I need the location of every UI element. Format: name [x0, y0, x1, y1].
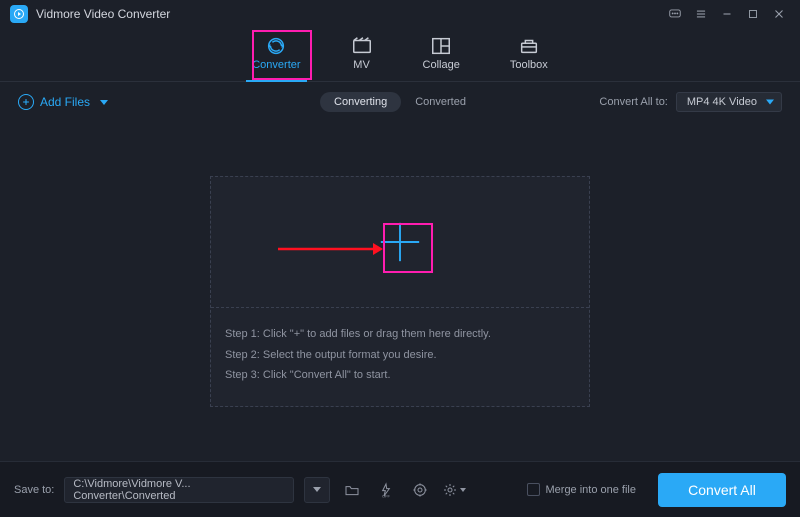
state-tab-converted[interactable]: Converted [401, 92, 480, 112]
add-files-label: Add Files [40, 95, 90, 109]
tab-toolbox[interactable]: Toolbox [506, 35, 552, 77]
chevron-down-icon [100, 100, 108, 105]
state-tabs: Converting Converted [320, 92, 480, 112]
drop-panel: Step 1: Click "+" to add files or drag t… [210, 176, 590, 408]
output-format-value: MP4 4K Video [687, 96, 757, 108]
drop-zone[interactable] [211, 177, 589, 307]
chevron-down-icon [766, 100, 774, 105]
app-title: Vidmore Video Converter [36, 7, 170, 21]
save-to-label: Save to: [14, 484, 54, 496]
feedback-icon[interactable] [662, 4, 688, 24]
bottombar: Save to: C:\Vidmore\Vidmore V... Convert… [0, 461, 800, 517]
output-format-select[interactable]: MP4 4K Video [676, 92, 782, 112]
tab-collage-label: Collage [423, 59, 460, 71]
settings-dropdown[interactable] [442, 478, 466, 502]
merge-checkbox[interactable]: Merge into one file [527, 483, 637, 496]
step-1-text: Step 1: Click "+" to add files or drag t… [225, 324, 575, 345]
tab-converter[interactable]: Converter [248, 35, 304, 77]
merge-label: Merge into one file [546, 484, 637, 496]
hardware-accel-button[interactable]: OFF [374, 478, 398, 502]
close-button[interactable] [766, 4, 792, 24]
convert-all-to: Convert All to: MP4 4K Video [599, 92, 782, 112]
workspace: Step 1: Click "+" to add files or drag t… [0, 122, 800, 461]
toolbox-icon [518, 37, 540, 55]
toolbar: Add Files Converting Converted Convert A… [0, 82, 800, 122]
instructions: Step 1: Click "+" to add files or drag t… [211, 307, 589, 407]
convert-all-button[interactable]: Convert All [658, 473, 786, 507]
tab-mv[interactable]: MV [347, 35, 377, 77]
open-folder-button[interactable] [340, 478, 364, 502]
svg-text:OFF: OFF [382, 493, 391, 498]
state-tab-converting[interactable]: Converting [320, 92, 401, 112]
collage-icon [430, 37, 452, 55]
output-path-dropdown[interactable] [304, 477, 330, 503]
add-file-plus-button[interactable] [377, 219, 423, 265]
maximize-button[interactable] [740, 4, 766, 24]
output-path-field[interactable]: C:\Vidmore\Vidmore V... Converter\Conver… [64, 477, 294, 503]
titlebar: Vidmore Video Converter [0, 0, 800, 28]
minimize-button[interactable] [714, 4, 740, 24]
plus-circle-icon [18, 94, 34, 110]
tab-mv-label: MV [353, 59, 370, 71]
tab-converter-label: Converter [252, 59, 300, 71]
output-path-value: C:\Vidmore\Vidmore V... Converter\Conver… [73, 478, 285, 502]
chevron-down-icon [460, 488, 466, 492]
app-logo-icon [10, 5, 28, 23]
converter-icon [265, 37, 287, 55]
checkbox-box-icon [527, 483, 540, 496]
mv-icon [351, 37, 373, 55]
tab-toolbox-label: Toolbox [510, 59, 548, 71]
high-speed-button[interactable] [408, 478, 432, 502]
menu-icon[interactable] [688, 4, 714, 24]
step-3-text: Step 3: Click "Convert All" to start. [225, 365, 575, 386]
step-2-text: Step 2: Select the output format you des… [225, 345, 575, 366]
add-files-button[interactable]: Add Files [18, 94, 108, 110]
tab-collage[interactable]: Collage [419, 35, 464, 77]
chevron-down-icon [313, 487, 321, 492]
convert-all-to-label: Convert All to: [599, 96, 667, 108]
top-tabs: Converter MV Collage Toolbox [0, 28, 800, 82]
